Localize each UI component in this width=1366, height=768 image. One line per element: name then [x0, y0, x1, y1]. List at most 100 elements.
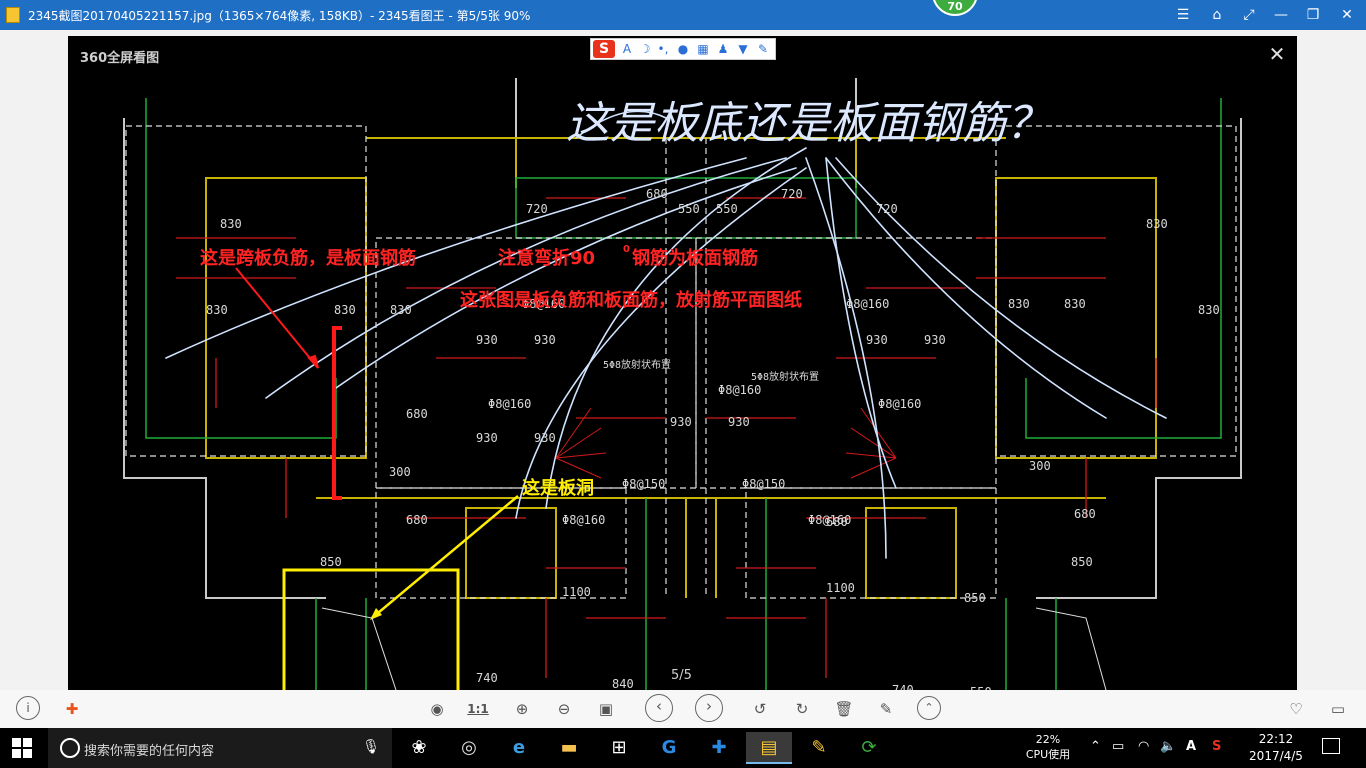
cad-drawing: 这是板底还是板面钢筋？ 830 720 550 550 720 830 680 …: [106, 78, 1259, 690]
app-icon-blue[interactable]: ✚: [696, 732, 742, 764]
minimize-icon[interactable]: —: [1268, 4, 1294, 26]
cad-dim: 930: [476, 333, 498, 347]
more-icon[interactable]: ⌃: [917, 696, 941, 720]
chevron-up-icon[interactable]: ⌃: [1090, 739, 1101, 754]
punct-icon[interactable]: •,: [655, 41, 671, 57]
cad-rebar: Φ8@160: [846, 297, 889, 311]
cad-dim: 830: [1064, 297, 1086, 311]
file-explorer-icon[interactable]: ▬: [546, 732, 592, 764]
security-icon[interactable]: ⟳: [846, 732, 892, 764]
rotate-left-icon[interactable]: ↺: [748, 698, 772, 720]
cpu-label: CPU使用: [1025, 748, 1071, 761]
scroll-icon[interactable]: ◉: [425, 698, 449, 720]
taskbar: 搜索你需要的任何内容 🎙 ❀ ◎ e ▬ ⊞ G ✚ ▤ ✎ ⟳ 22% CPU…: [0, 728, 1366, 768]
cad-dim: 930: [728, 415, 750, 429]
task-view-icon[interactable]: ❀: [396, 732, 442, 764]
browser-2345-icon[interactable]: G: [646, 732, 692, 764]
restore-icon[interactable]: ❐: [1300, 4, 1326, 26]
next-icon[interactable]: ›: [695, 694, 723, 722]
window-title: 2345截图20170405221157.jpg（1365×764像素, 158…: [28, 9, 531, 23]
cad-dim: 830: [1198, 303, 1220, 317]
cad-dim: 830: [206, 303, 228, 317]
cad-rebar: Φ8@160: [562, 513, 605, 527]
title-bar: 2345截图20170405221157.jpg（1365×764像素, 158…: [0, 0, 1366, 30]
page-indicator: 5/5: [671, 668, 692, 683]
window-close-icon[interactable]: ✕: [1334, 4, 1360, 26]
skin-icon[interactable]: ⌂: [1204, 4, 1230, 26]
cad-dim: 830: [334, 303, 356, 317]
edit-icon[interactable]: ✎: [874, 698, 898, 720]
cad-dim: 680: [406, 513, 428, 527]
cad-rebar: Φ8@150: [622, 477, 665, 491]
keyboard-icon[interactable]: ▦: [695, 41, 711, 57]
annotation-negative-rebar: 这是跨板负筋，是板面钢筋: [200, 247, 416, 269]
cad-dim: 930: [534, 333, 556, 347]
store-icon[interactable]: ⊞: [596, 732, 642, 764]
moon-icon[interactable]: ☽: [637, 41, 653, 57]
clock-date: 2017/4/5: [1249, 749, 1303, 763]
info-icon[interactable]: i: [16, 696, 40, 720]
fullscreen-icon[interactable]: ⤢: [1236, 4, 1262, 26]
cad-dim: 830: [1008, 297, 1030, 311]
mic-icon[interactable]: 🎙: [362, 739, 380, 755]
cad-dim: 680: [1074, 507, 1096, 521]
cad-rebar: Φ8@160: [488, 397, 531, 411]
user-icon[interactable]: ♟: [715, 41, 731, 57]
cad-rebar: Φ8@160: [878, 397, 921, 411]
handwritten-question: 这是板底还是板面钢筋？: [566, 98, 1050, 149]
taskbar-search[interactable]: 搜索你需要的任何内容 🎙: [48, 728, 392, 768]
delete-icon[interactable]: 🗑: [832, 698, 856, 720]
cad-dim: 850: [1071, 555, 1093, 569]
cad-dim: 830: [390, 303, 412, 317]
cad-dim: 1100: [826, 581, 855, 595]
favorite-icon[interactable]: ♡: [1284, 698, 1308, 720]
annotation-bend-b: 钢筋为板面钢筋: [632, 247, 758, 269]
image-viewer[interactable]: 360全屏看图 ✕ S A ☽ •, ● ▦ ♟ ▼ ✎ 这是板底还是板面钢筋？…: [68, 36, 1297, 690]
cpu-monitor[interactable]: 22% CPU使用: [1022, 732, 1074, 762]
cortana-icon: [60, 738, 80, 758]
cad-dim: 930: [670, 415, 692, 429]
clock[interactable]: 22:12 2017/4/5: [1244, 731, 1308, 765]
cad-rebar: Φ8@150: [742, 477, 785, 491]
close-icon[interactable]: ✕: [1265, 42, 1289, 66]
ime-toolbar[interactable]: S A ☽ •, ● ▦ ♟ ▼ ✎: [590, 38, 776, 60]
wifi-icon[interactable]: ◠: [1138, 739, 1149, 754]
rotate-right-icon[interactable]: ↻: [790, 698, 814, 720]
ime-mode-icon[interactable]: A: [619, 41, 635, 57]
score-badge[interactable]: 70: [932, 0, 978, 16]
cad-dim: 840: [612, 677, 634, 690]
zoom-in-icon[interactable]: ⊕: [510, 698, 534, 720]
skin-shirt-icon[interactable]: ▼: [735, 41, 751, 57]
image-viewer-task-icon[interactable]: ▤: [746, 732, 792, 764]
folder-icon[interactable]: ▭: [1326, 698, 1350, 720]
cad-dim: 930: [534, 431, 556, 445]
cad-dim: 850: [320, 555, 342, 569]
app-icon: [6, 7, 20, 23]
notification-icon[interactable]: [1322, 738, 1340, 754]
start-button[interactable]: [12, 738, 32, 758]
cad-dim: 550: [716, 202, 738, 216]
volume-icon[interactable]: 🔈: [1160, 739, 1176, 754]
clock-time: 22:12: [1258, 732, 1294, 746]
browser-icon[interactable]: ◎: [446, 732, 492, 764]
cad-rebar: Φ8@160: [808, 513, 851, 527]
prev-icon[interactable]: ‹: [645, 694, 673, 722]
gift-icon[interactable]: ✚: [60, 698, 84, 720]
cad-dim: 930: [924, 333, 946, 347]
mic-icon[interactable]: ●: [675, 41, 691, 57]
menu-icon[interactable]: ☰: [1170, 4, 1196, 26]
actual-size-button[interactable]: 1:1: [466, 698, 490, 720]
viewer-toolbar: i ✚ ◉ 1:1 ⊕ ⊖ ▣ ‹ › ↺ ↻ 🗑 ✎ ⌃ ♡ ▭: [0, 690, 1366, 728]
battery-icon[interactable]: ▭: [1112, 739, 1124, 754]
sogou-logo-icon[interactable]: S: [593, 40, 615, 58]
fit-screen-icon[interactable]: ▣: [594, 698, 618, 720]
cad-dim: 830: [220, 217, 242, 231]
edge-icon[interactable]: e: [496, 732, 542, 764]
cad-dim: 930: [476, 431, 498, 445]
notepad-icon[interactable]: ✎: [796, 732, 842, 764]
cad-dim: 1100: [562, 585, 591, 599]
ime-indicator[interactable]: A: [1186, 739, 1196, 754]
sogou-tray-icon[interactable]: S: [1212, 739, 1221, 754]
tools-icon[interactable]: ✎: [755, 41, 771, 57]
zoom-out-icon[interactable]: ⊖: [552, 698, 576, 720]
